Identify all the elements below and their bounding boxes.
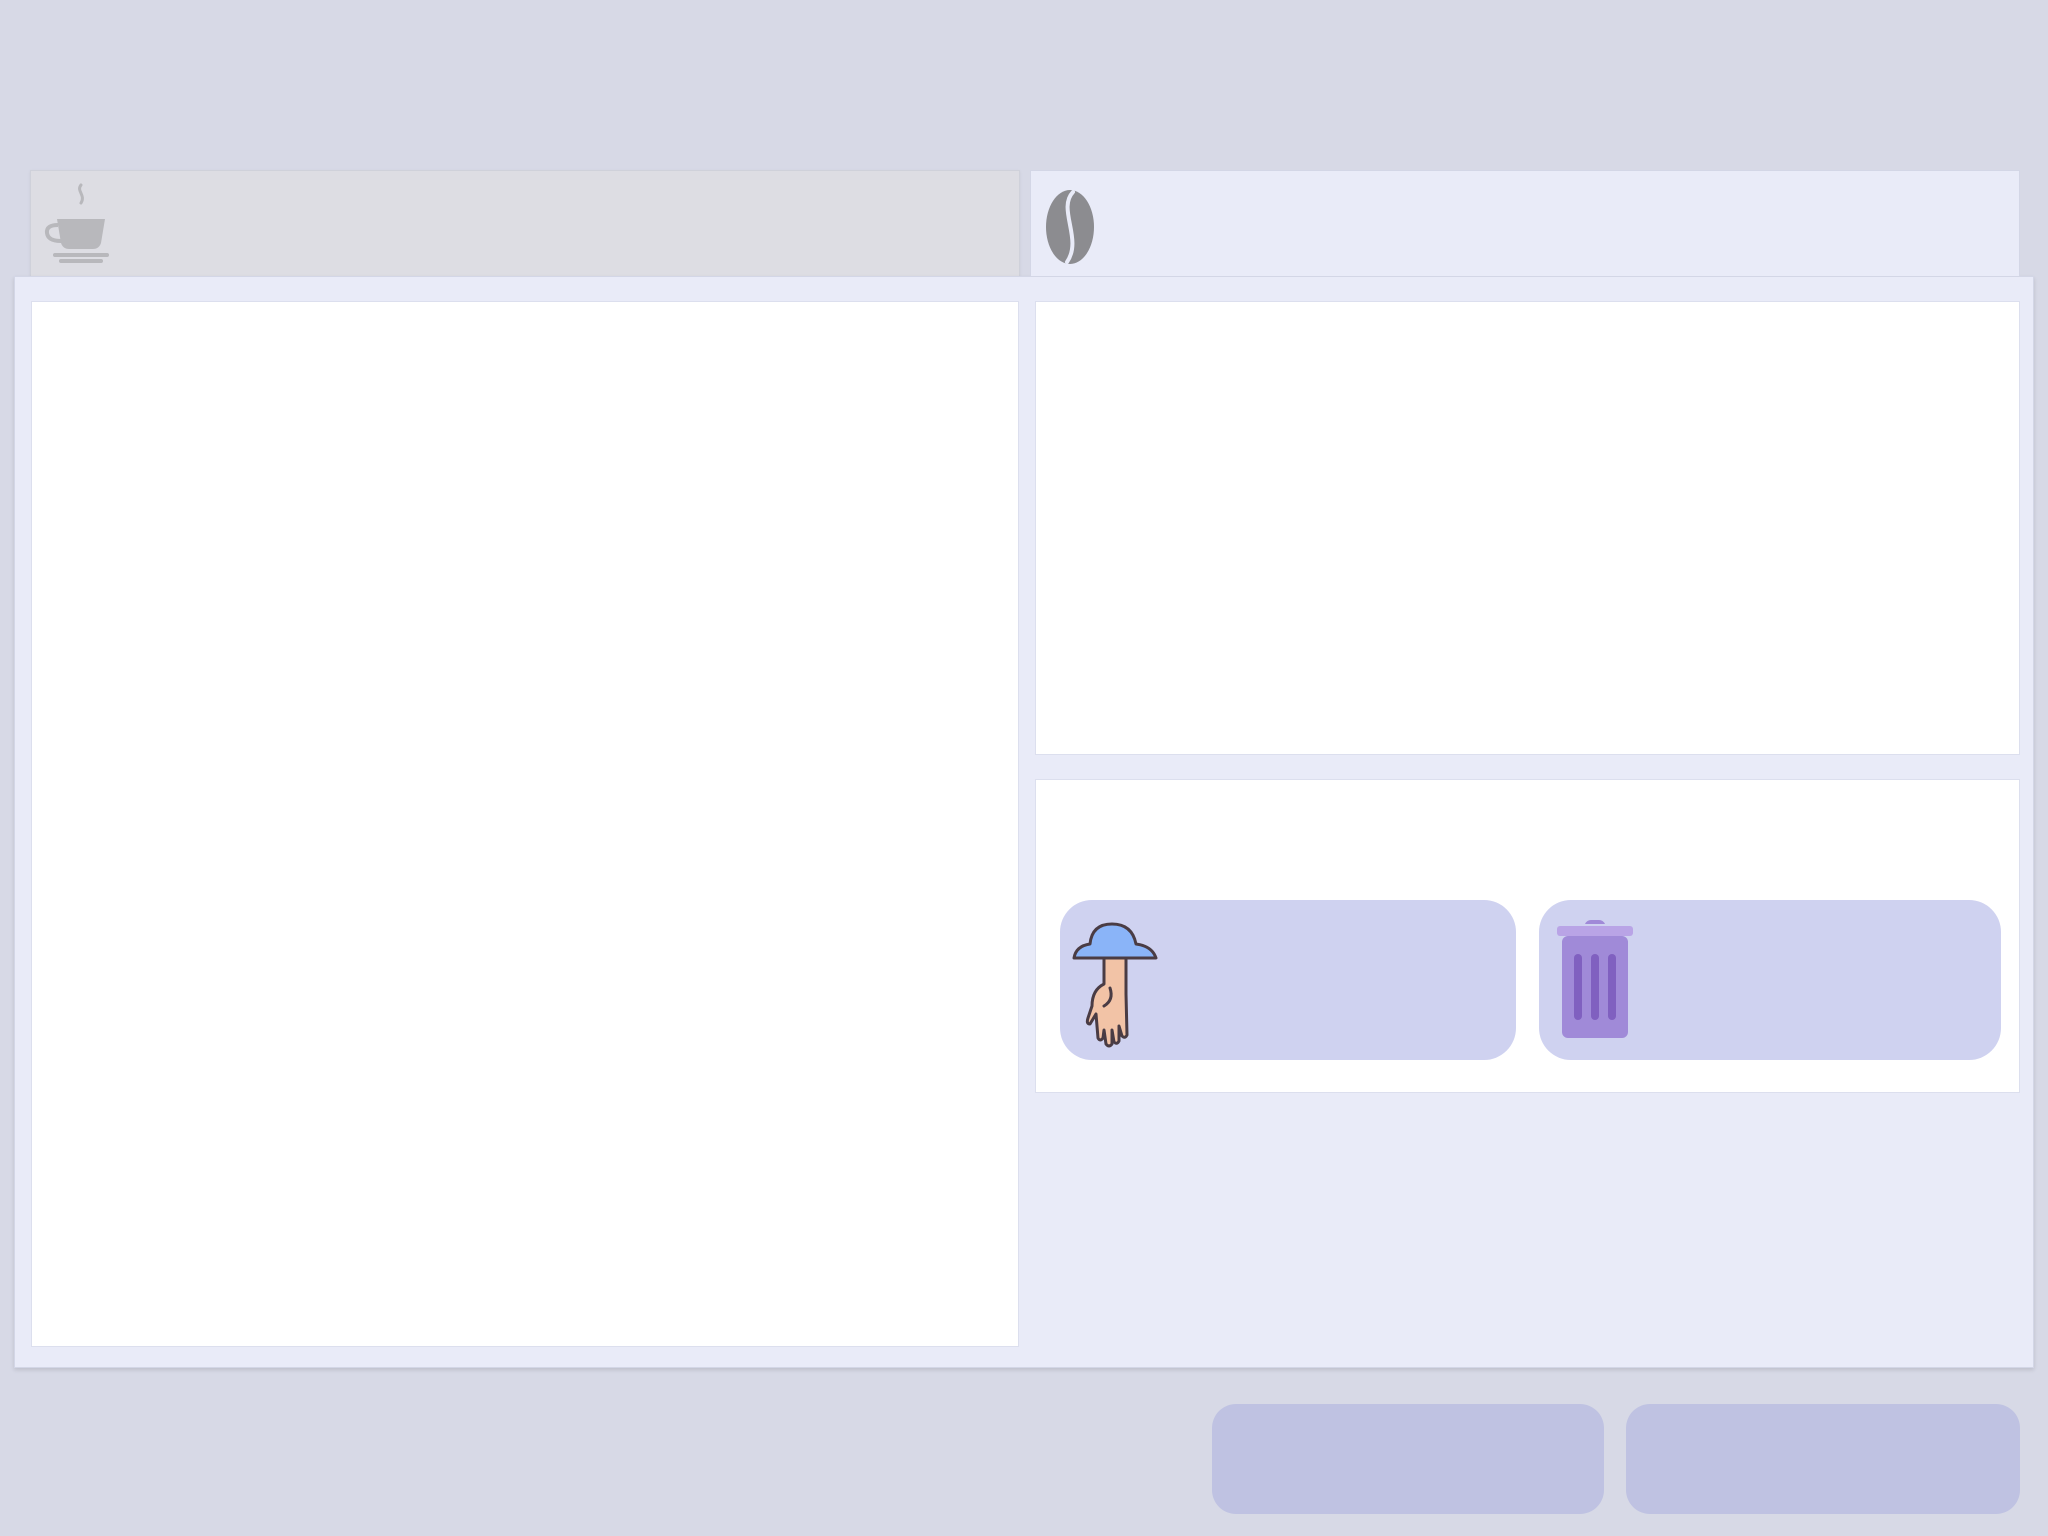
hand-cloud-icon: [1072, 922, 1158, 1048]
left-panel: [31, 301, 1019, 1347]
tab-coffee-bean[interactable]: [1030, 170, 2020, 276]
right-top-panel: [1035, 301, 2020, 755]
main-window: [14, 276, 2034, 1368]
pickup-button[interactable]: [1060, 900, 1516, 1060]
tab-coffee-cup[interactable]: [30, 170, 1020, 276]
footer-right-button[interactable]: [1626, 1404, 2020, 1514]
trash-icon: [1557, 920, 1633, 1038]
right-bottom-panel: [1035, 779, 2020, 1093]
coffee-cup-icon: [44, 183, 109, 263]
coffee-bean-icon: [1046, 190, 1094, 264]
trash-button[interactable]: [1539, 900, 2001, 1060]
footer-left-button[interactable]: [1212, 1404, 1604, 1514]
